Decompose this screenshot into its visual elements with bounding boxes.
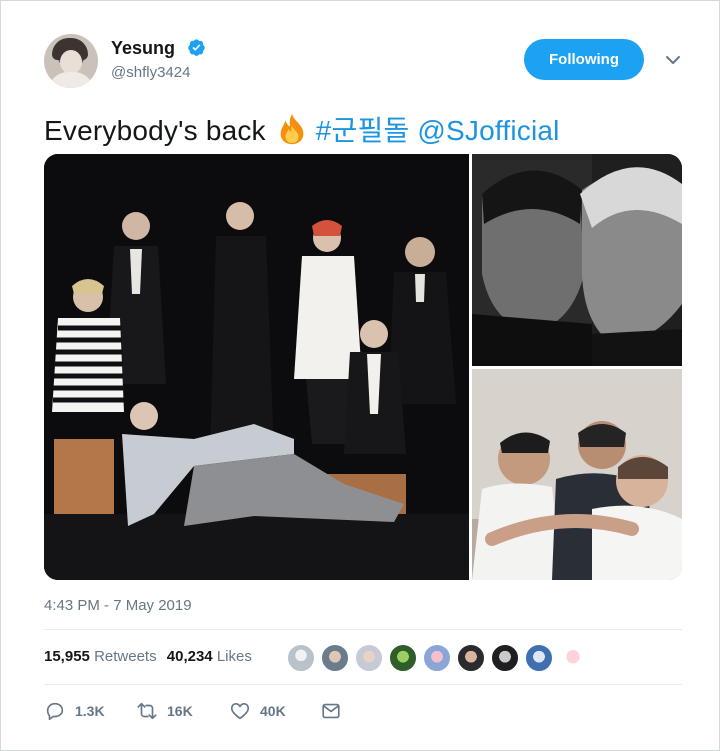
striped-sweater xyxy=(52,318,124,412)
liker-avatar[interactable] xyxy=(559,644,587,672)
author-name[interactable]: Yesung xyxy=(111,38,175,59)
retweets-stat[interactable]: 15,955 Retweets xyxy=(44,648,157,665)
reply-icon xyxy=(46,702,64,721)
tweet-text-prefix: Everybody's back xyxy=(44,115,266,146)
liker-avatar[interactable] xyxy=(321,644,349,672)
liker-avatar[interactable] xyxy=(355,644,383,672)
like-count: 40K xyxy=(260,703,286,719)
envelope-icon xyxy=(322,703,340,719)
group-photo[interactable] xyxy=(44,154,469,580)
liker-avatar[interactable] xyxy=(389,644,417,672)
retweet-count: 16K xyxy=(167,703,193,719)
like-button[interactable]: 40K xyxy=(229,698,286,724)
author-avatar[interactable] xyxy=(44,34,98,88)
likes-label: Likes xyxy=(216,648,252,665)
liker-avatar[interactable] xyxy=(525,644,553,672)
liker-avatar[interactable] xyxy=(423,644,451,672)
direct-message-button[interactable] xyxy=(320,698,342,724)
author-handle[interactable]: @shfly3424 xyxy=(111,64,190,81)
retweet-button[interactable]: 16K xyxy=(136,698,193,724)
retweets-label: Retweets xyxy=(94,648,157,665)
fire-emoji-icon xyxy=(280,113,304,145)
hashtag-link[interactable]: #군필돌 xyxy=(316,115,410,146)
liker-avatar[interactable] xyxy=(287,644,315,672)
reply-button[interactable]: 1.3K xyxy=(44,698,105,724)
mention-link[interactable]: @SJofficial xyxy=(417,115,559,146)
group-photo-art xyxy=(44,154,469,580)
verified-badge-icon xyxy=(188,39,205,56)
tweet-text: Everybody's back #군필돌 @SJofficial xyxy=(44,109,560,149)
duo-portrait-art xyxy=(472,154,682,366)
liker-avatar[interactable] xyxy=(457,644,485,672)
tweet-actions: 1.3K 16K 40K xyxy=(44,698,444,724)
engagement-stats: 15,955 Retweets 40,234 Likes xyxy=(44,648,252,665)
media-grid xyxy=(44,154,682,580)
group-hug-art xyxy=(472,369,682,580)
tweet-card: Yesung @shfly3424 Following Everybody's … xyxy=(0,0,720,751)
liker-avatar[interactable] xyxy=(491,644,519,672)
retweet-icon xyxy=(137,702,157,720)
heart-icon xyxy=(230,703,250,720)
following-button[interactable]: Following xyxy=(524,39,644,80)
retweets-count: 15,955 xyxy=(44,648,90,665)
chevron-down-icon[interactable] xyxy=(664,51,682,69)
reply-count: 1.3K xyxy=(75,703,105,719)
divider xyxy=(44,629,682,630)
divider xyxy=(44,684,682,685)
likes-count: 40,234 xyxy=(166,648,213,665)
group-hug-photo[interactable] xyxy=(472,369,682,580)
likes-stat[interactable]: 40,234 Likes xyxy=(167,648,252,665)
tweet-timestamp[interactable]: 4:43 PM - 7 May 2019 xyxy=(44,597,192,614)
duo-portrait-photo[interactable] xyxy=(472,154,682,366)
